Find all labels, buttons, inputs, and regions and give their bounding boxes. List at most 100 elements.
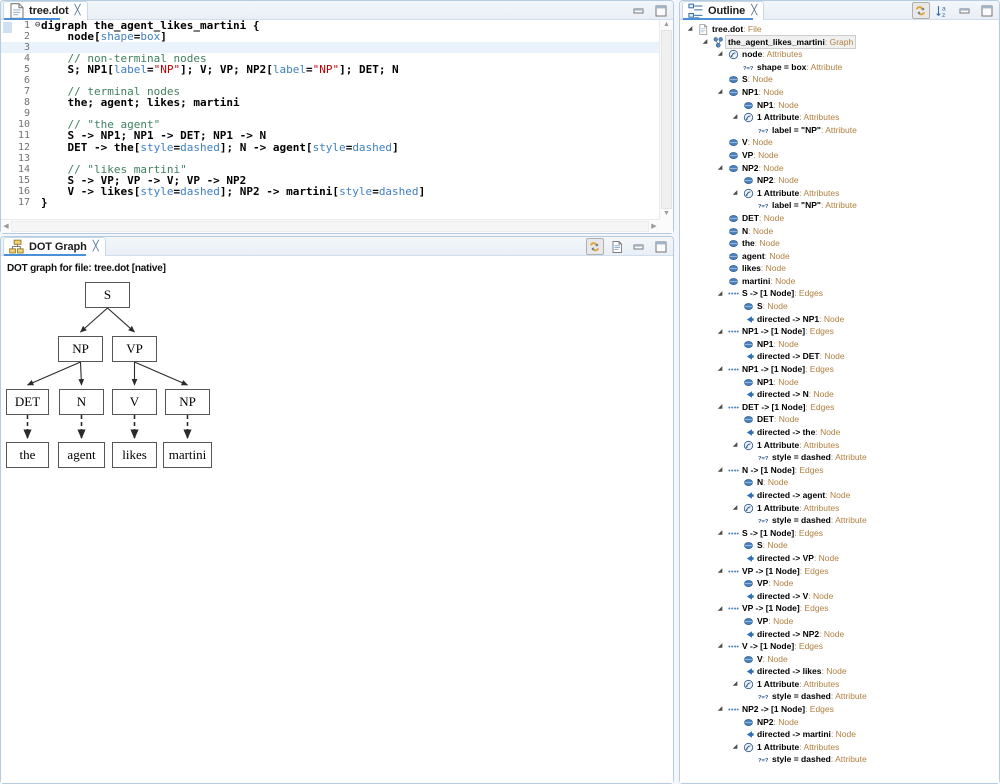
- expand-arrow-icon[interactable]: ◢: [731, 504, 739, 512]
- code-line[interactable]: 17}: [1, 197, 659, 208]
- expand-arrow-icon[interactable]: ◢: [686, 25, 694, 33]
- expand-arrow-icon[interactable]: ◢: [716, 365, 724, 373]
- editor-vertical-scrollbar[interactable]: ▲ ▼: [659, 20, 673, 219]
- graph-node-np[interactable]: NP: [58, 336, 103, 362]
- link-with-editor-button[interactable]: [586, 238, 604, 255]
- outline-tree-item[interactable]: directed -> NP2: Node: [680, 628, 999, 641]
- editor-body[interactable]: 1 ⊖ digraph the_agent_likes_martini {2 nod…: [1, 20, 673, 233]
- graph-node-the[interactable]: the: [6, 442, 49, 468]
- outline-tree-item[interactable]: ◢ node: Attributes: [680, 48, 999, 61]
- outline-tree-item[interactable]: V: Node: [680, 653, 999, 666]
- outline-tree-item[interactable]: ◢ NP1 -> [1 Node]: Edges: [680, 363, 999, 376]
- expand-arrow-icon[interactable]: ◢: [716, 88, 724, 96]
- graph-node-n[interactable]: N: [59, 389, 104, 415]
- outline-tree-item[interactable]: ◢ 1 Attribute: Attributes: [680, 678, 999, 691]
- scroll-up-icon[interactable]: ▲: [660, 20, 673, 30]
- outline-tree-item[interactable]: DET: Node: [680, 413, 999, 426]
- expand-arrow-icon[interactable]: ◢: [731, 189, 739, 197]
- outline-tree-item[interactable]: S: Node: [680, 300, 999, 313]
- graph-canvas[interactable]: S NP VP DET N V NP the agent likes martini: [1, 278, 673, 783]
- source-code-area[interactable]: 1 ⊖ digraph the_agent_likes_martini {2 nod…: [1, 20, 659, 219]
- expand-arrow-icon[interactable]: ◢: [731, 680, 739, 688]
- scroll-right-icon[interactable]: ▶: [649, 220, 659, 233]
- sort-button[interactable]: a z: [934, 2, 952, 19]
- outline-tree-item[interactable]: directed -> N: Node: [680, 388, 999, 401]
- outline-tree-item[interactable]: likes: Node: [680, 262, 999, 275]
- outline-tree-item[interactable]: the: Node: [680, 237, 999, 250]
- outline-tree-item[interactable]: ?=? label = "NP": Attribute: [680, 124, 999, 137]
- outline-tree-item[interactable]: ?=? style = dashed: Attribute: [680, 753, 999, 766]
- expand-arrow-icon[interactable]: ◢: [716, 50, 724, 58]
- outline-tree-item[interactable]: ◢ 1 Attribute: Attributes: [680, 502, 999, 515]
- expand-arrow-icon[interactable]: ◢: [716, 567, 724, 575]
- outline-tree-item[interactable]: directed -> martini: Node: [680, 728, 999, 741]
- outline-tree-item[interactable]: V: Node: [680, 136, 999, 149]
- outline-tree[interactable]: ◢ tree.dot: File ◢ the_agent_likes_martini:…: [680, 20, 999, 783]
- outline-tree-item[interactable]: ◢ VP -> [1 Node]: Edges: [680, 565, 999, 578]
- outline-tree-item[interactable]: ◢ 1 Attribute: Attributes: [680, 111, 999, 124]
- outline-tree-item[interactable]: ?=? shape = box: Attribute: [680, 61, 999, 74]
- outline-tree-item[interactable]: ◢ NP2: Node: [680, 162, 999, 175]
- vscroll-thumb[interactable]: [661, 30, 672, 209]
- graph-node-likes[interactable]: likes: [112, 442, 157, 468]
- graph-node-martini[interactable]: martini: [163, 442, 212, 468]
- scroll-down-icon[interactable]: ▼: [660, 209, 673, 219]
- expand-arrow-icon[interactable]: ◢: [716, 705, 724, 713]
- expand-arrow-icon[interactable]: ◢: [716, 642, 724, 650]
- outline-tree-item[interactable]: ◢ S -> [1 Node]: Edges: [680, 527, 999, 540]
- expand-arrow-icon[interactable]: ◢: [716, 328, 724, 336]
- close-icon[interactable]: ╳: [751, 6, 757, 16]
- graph-node-np2[interactable]: NP: [165, 389, 210, 415]
- expand-arrow-icon[interactable]: ◢: [701, 38, 709, 46]
- outline-tree-item[interactable]: VP: Node: [680, 149, 999, 162]
- outline-tree-item[interactable]: ◢ V -> [1 Node]: Edges: [680, 640, 999, 653]
- outline-tree-item[interactable]: ◢ VP -> [1 Node]: Edges: [680, 602, 999, 615]
- graph-node-vp[interactable]: VP: [112, 336, 157, 362]
- outline-tree-item[interactable]: directed -> NP1: Node: [680, 313, 999, 326]
- maximize-button[interactable]: [978, 2, 996, 19]
- outline-tree-item[interactable]: ?=? style = dashed: Attribute: [680, 451, 999, 464]
- graph-node-s[interactable]: S: [85, 282, 130, 308]
- link-with-editor-button[interactable]: [912, 2, 930, 19]
- outline-tree-item[interactable]: NP1: Node: [680, 338, 999, 351]
- outline-tree-item[interactable]: NP1: Node: [680, 99, 999, 112]
- outline-tree-item[interactable]: directed -> likes: Node: [680, 665, 999, 678]
- graph-node-v[interactable]: V: [112, 389, 157, 415]
- outline-tree-item[interactable]: DET: Node: [680, 212, 999, 225]
- outline-tree-item[interactable]: N: Node: [680, 225, 999, 238]
- close-icon[interactable]: ╳: [75, 6, 81, 16]
- close-icon[interactable]: ╳: [93, 242, 99, 252]
- outline-tree-item[interactable]: ?=? style = dashed: Attribute: [680, 514, 999, 527]
- expand-arrow-icon[interactable]: ◢: [731, 441, 739, 449]
- outline-tree-item[interactable]: martini: Node: [680, 275, 999, 288]
- expand-arrow-icon[interactable]: ◢: [716, 529, 724, 537]
- outline-tree-item[interactable]: ◢ NP1 -> [1 Node]: Edges: [680, 325, 999, 338]
- code-line[interactable]: 12 DET -> the[style=dashed]; N -> agent[…: [1, 141, 659, 153]
- maximize-button[interactable]: [652, 238, 670, 255]
- graph-node-agent[interactable]: agent: [58, 442, 105, 468]
- outline-tree-item[interactable]: N: Node: [680, 476, 999, 489]
- outline-tree-item[interactable]: ◢ NP2 -> [1 Node]: Edges: [680, 703, 999, 716]
- outline-tree-item[interactable]: ◢ N -> [1 Node]: Edges: [680, 464, 999, 477]
- minimize-button[interactable]: [630, 2, 648, 19]
- outline-tree-item[interactable]: ?=? label = "NP": Attribute: [680, 199, 999, 212]
- outline-tree-item[interactable]: ◢ the_agent_likes_martini: Graph: [680, 34, 999, 50]
- outline-tree-item[interactable]: directed -> agent: Node: [680, 489, 999, 502]
- export-file-button[interactable]: [608, 238, 626, 255]
- outline-tree-item[interactable]: ?=? style = dashed: Attribute: [680, 690, 999, 703]
- expand-arrow-icon[interactable]: ◢: [716, 403, 724, 411]
- expand-arrow-icon[interactable]: ◢: [716, 605, 724, 613]
- outline-tree-item[interactable]: NP1: Node: [680, 376, 999, 389]
- outline-tree-item[interactable]: S: Node: [680, 539, 999, 552]
- expand-arrow-icon[interactable]: ◢: [731, 113, 739, 121]
- code-line[interactable]: 5 S; NP1[label="NP"]; V; VP; NP2[label="…: [1, 64, 659, 75]
- outline-tree-item[interactable]: directed -> V: Node: [680, 590, 999, 603]
- code-line[interactable]: 2 node[shape=box]: [1, 31, 659, 42]
- outline-tree-item[interactable]: VP: Node: [680, 577, 999, 590]
- expand-arrow-icon[interactable]: ◢: [716, 290, 724, 298]
- scroll-left-icon[interactable]: ◀: [1, 220, 11, 233]
- outline-tree-item[interactable]: directed -> the: Node: [680, 426, 999, 439]
- hscroll-thumb[interactable]: [11, 221, 649, 232]
- graph-node-det[interactable]: DET: [6, 389, 49, 415]
- outline-tree-item[interactable]: ◢ NP1: Node: [680, 86, 999, 99]
